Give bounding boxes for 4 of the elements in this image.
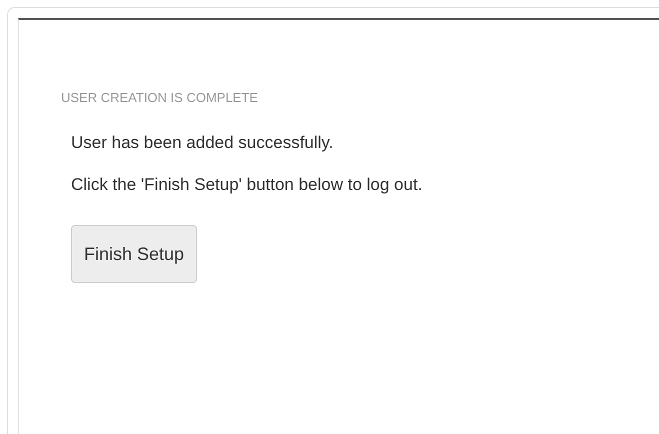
finish-setup-button[interactable]: Finish Setup	[71, 225, 198, 283]
message-text: User has been added successfully.	[71, 133, 334, 153]
section-heading: USER CREATION IS COMPLETE	[61, 90, 259, 105]
message-text: Click the 'Finish Setup' button below to log out.	[71, 175, 422, 195]
